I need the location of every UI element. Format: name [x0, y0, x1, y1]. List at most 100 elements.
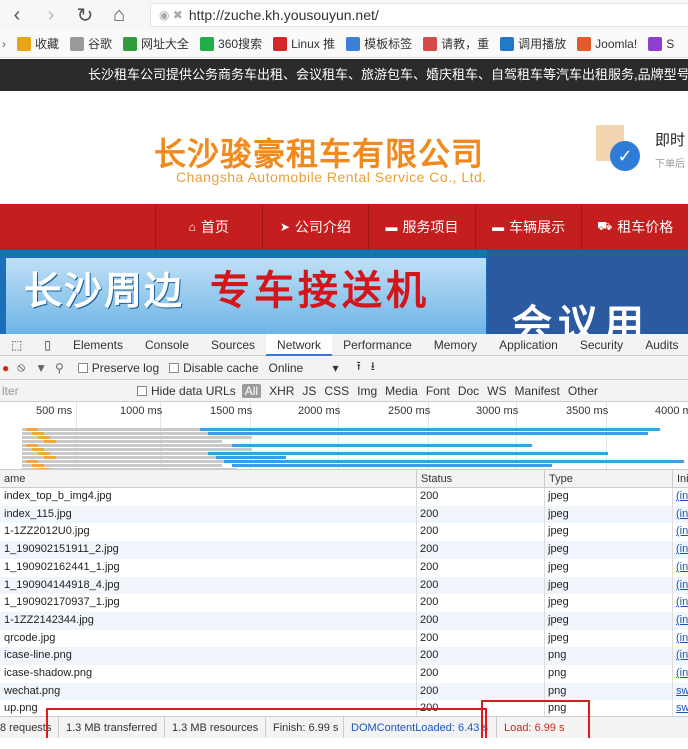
bookmark-item[interactable]: 请教，重 — [423, 35, 489, 52]
address-bar[interactable]: ◉ ✖ http://zuche.kh.yousouyun.net/ — [150, 3, 688, 27]
bookmark-item[interactable]: 网址大全 — [123, 35, 189, 52]
disable-cache-checkbox[interactable]: Disable cache — [169, 361, 259, 375]
bookmark-item[interactable]: 调用播放 — [500, 35, 566, 52]
request-initiator[interactable]: (in — [672, 506, 688, 524]
filter-type-button[interactable]: Other — [568, 384, 598, 398]
col-name[interactable]: ame — [0, 470, 416, 488]
filter-type-button[interactable]: Font — [426, 384, 450, 398]
request-initiator[interactable]: (in — [672, 594, 688, 612]
filter-type-button[interactable]: CSS — [324, 384, 349, 398]
request-initiator[interactable]: (in — [672, 577, 688, 595]
request-initiator[interactable]: (in — [672, 630, 688, 648]
search-icon[interactable]: ⚲ — [55, 361, 64, 375]
timeline-bar — [32, 464, 44, 467]
table-row[interactable]: icase-shadow.png 200 png (in — [0, 665, 688, 683]
timeline-bar — [38, 452, 50, 455]
record-icon[interactable]: ● — [2, 361, 9, 375]
devtools-tab[interactable]: Audits — [634, 334, 688, 356]
nav-item[interactable]: ▬ 车辆展示 — [474, 204, 582, 250]
request-initiator[interactable]: (in — [672, 559, 688, 577]
filter-type-button[interactable]: JS — [302, 384, 316, 398]
table-row[interactable]: index_top_b_img4.jpg 200 jpeg (in — [0, 488, 688, 506]
filter-type-button[interactable]: XHR — [269, 384, 294, 398]
forward-icon[interactable]: › — [34, 0, 68, 30]
nav-item[interactable]: ▬ 服务项目 — [368, 204, 475, 250]
devtools-tab[interactable]: Memory — [423, 334, 488, 356]
bookmark-item[interactable]: 360搜索 — [200, 35, 262, 52]
throttle-select[interactable]: Online ▾ — [269, 361, 339, 375]
col-status[interactable]: Status — [416, 470, 544, 488]
preserve-log-checkbox[interactable]: Preserve log — [77, 361, 159, 375]
devtools-tab[interactable]: Network — [266, 333, 333, 356]
bookmark-item[interactable]: 谷歌 — [70, 35, 112, 52]
page-info-icon[interactable]: ◉ ✖ — [159, 8, 183, 22]
request-initiator[interactable]: (in — [672, 647, 688, 665]
devtools-tab[interactable]: Console — [134, 334, 200, 356]
filter-icon[interactable]: ▼ — [35, 361, 47, 375]
banner[interactable]: 长沙周边 专车接送机 会议用 — [0, 250, 688, 334]
request-status: 200 — [420, 613, 439, 626]
bookmark-item[interactable]: 模板标签 — [346, 35, 412, 52]
request-status: 200 — [420, 490, 439, 502]
inspect-icon[interactable]: ⬚ — [0, 334, 33, 356]
table-row[interactable]: 1-1ZZ2142344.jpg 200 jpeg (in — [0, 611, 688, 630]
filter-type-button[interactable]: Doc — [458, 384, 479, 398]
filter-input[interactable]: lter — [2, 384, 127, 398]
table-row[interactable]: qrcode.jpg 200 jpeg (in — [0, 630, 688, 648]
hide-data-urls-checkbox[interactable]: Hide data URLs — [137, 384, 236, 398]
table-row[interactable]: 1_190902151911_2.jpg 200 jpeg (in — [0, 541, 688, 559]
network-timeline[interactable]: 500 ms 1000 ms 1500 ms 2000 ms 2500 ms 3000 m… — [0, 402, 688, 470]
request-name: index_115.jpg — [4, 507, 72, 520]
request-initiator[interactable]: (in — [672, 541, 688, 559]
request-initiator[interactable]: sw — [672, 683, 688, 701]
devtools-tab[interactable]: Elements — [62, 334, 134, 356]
request-initiator[interactable]: sw — [672, 700, 688, 716]
request-status: 200 — [420, 667, 439, 679]
bookmark-item[interactable]: S — [648, 36, 674, 51]
request-status: 200 — [420, 578, 439, 591]
timeline-tick-label: 500 ms — [36, 405, 73, 417]
bookmark-item[interactable]: Joomla! — [577, 36, 637, 51]
clear-icon[interactable]: ⦸ — [17, 360, 25, 375]
request-initiator[interactable]: (in — [672, 523, 688, 541]
nav-item[interactable]: ⌂ 首页 — [155, 204, 262, 250]
import-icon[interactable]: ⭱ — [357, 357, 361, 378]
device-icon[interactable]: ▯ — [33, 334, 62, 356]
filter-type-button[interactable]: All — [241, 383, 262, 398]
request-initiator[interactable]: (in — [672, 665, 688, 683]
table-row[interactable]: wechat.png 200 png sw — [0, 682, 688, 701]
export-icon[interactable]: ⭳ — [371, 357, 375, 378]
request-initiator[interactable]: (in — [672, 612, 688, 630]
request-initiator[interactable]: (in — [672, 488, 688, 506]
col-type[interactable]: Type — [544, 470, 672, 488]
back-icon[interactable]: ‹ — [0, 0, 34, 30]
table-row[interactable]: 1-1ZZ2012U0.jpg 200 jpeg (in — [0, 523, 688, 541]
c-icon — [273, 36, 288, 51]
table-row[interactable]: icase-line.png 200 png (in — [0, 647, 688, 665]
bookmark-item[interactable]: Linux 推 — [273, 35, 335, 52]
filter-type-button[interactable]: Manifest — [515, 384, 560, 398]
reload-icon[interactable]: ↻ — [68, 0, 102, 30]
bookmark-item[interactable]: 收藏 — [17, 35, 59, 52]
truck-icon: ▬ — [385, 220, 398, 234]
home-icon[interactable]: ⌂ — [102, 0, 136, 30]
col-divider — [544, 488, 545, 716]
filter-type-button[interactable]: Media — [385, 384, 418, 398]
bookmarks-expand-icon[interactable]: › — [2, 37, 6, 51]
devtools-tab[interactable]: Security — [569, 334, 634, 356]
request-status: 200 — [420, 684, 439, 697]
col-initiator[interactable]: Ini — [672, 470, 688, 488]
table-row[interactable]: 1_190902170937_1.jpg 200 jpeg (in — [0, 594, 688, 612]
timeline-tick-label: 3500 ms — [566, 405, 609, 417]
table-row[interactable]: index_115.jpg 200 jpeg (in — [0, 505, 688, 524]
devtools-tab[interactable]: Performance — [332, 334, 423, 356]
filter-type-button[interactable]: WS — [487, 384, 506, 398]
table-row[interactable]: 1_190904144918_4.jpg 200 jpeg (in — [0, 576, 688, 595]
nav-item[interactable]: ➤ 公司介绍 — [261, 204, 369, 250]
devtools-tab[interactable]: Sources — [200, 334, 266, 356]
devtools-tab[interactable]: Application — [488, 334, 569, 356]
nav-item[interactable]: ⛟ 租车价格 — [581, 204, 688, 250]
filter-type-button[interactable]: Img — [357, 384, 377, 398]
logo-subtitle: Changsha Automobile Rental Service Co., … — [176, 169, 487, 185]
table-row[interactable]: 1_190902162441_1.jpg 200 jpeg (in — [0, 559, 688, 577]
